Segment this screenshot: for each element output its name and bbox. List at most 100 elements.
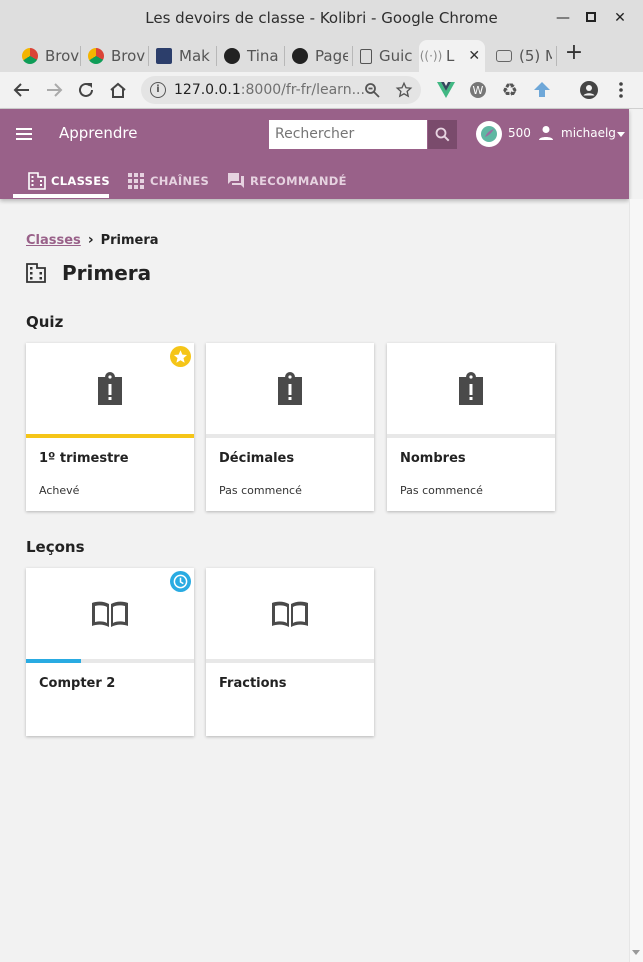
profile-icon[interactable]	[577, 78, 601, 102]
tab-divider	[148, 46, 149, 66]
wordpress-icon[interactable]: W	[466, 78, 490, 102]
progress-bar	[206, 659, 374, 663]
browser-tab[interactable]: Tinar	[220, 40, 280, 72]
card-thumbnail	[387, 343, 555, 434]
card-status: Pas commencé	[400, 484, 483, 497]
chrome-menu-icon[interactable]	[609, 78, 633, 102]
chevron-down-icon[interactable]	[617, 132, 625, 137]
browser-tab[interactable]: Page	[288, 40, 348, 72]
browser-toolbar: i 127.0.0.1:8000/fr-fr/learn... W ♻	[0, 72, 643, 109]
minimize-icon[interactable]: —	[552, 7, 574, 29]
tab-label: L	[446, 47, 455, 65]
browser-tab[interactable]: Brov	[84, 40, 146, 72]
lesson-card[interactable]: Compter 2	[26, 568, 194, 736]
window-title: Les devoirs de classe - Kolibri - Google…	[145, 9, 498, 27]
site-info-icon[interactable]: i	[150, 82, 166, 98]
github-icon	[224, 48, 240, 64]
vue-devtools-icon[interactable]	[434, 78, 458, 102]
tab-label: Tinar	[247, 47, 280, 65]
browser-tab-active[interactable]: ((·)) L ✕	[419, 40, 485, 72]
scrollbar[interactable]	[629, 199, 643, 962]
tab-divider	[284, 46, 285, 66]
card-title: Compter 2	[39, 676, 116, 691]
quiz-heading: Quiz	[26, 313, 64, 331]
breadcrumb-link-classes[interactable]: Classes	[26, 233, 81, 248]
quiz-card[interactable]: 1º trimestre Achevé	[26, 343, 194, 511]
progress-bar	[206, 434, 374, 438]
card-thumbnail	[26, 343, 194, 434]
kolibri-icon: ((·))	[419, 49, 443, 63]
card-thumbnail	[206, 568, 374, 659]
window-titlebar: Les devoirs de classe - Kolibri - Google…	[0, 0, 643, 36]
clock-badge-icon	[170, 571, 191, 592]
lessons-heading: Leçons	[26, 538, 85, 556]
tab-divider	[80, 46, 81, 66]
bookmark-star-icon[interactable]	[392, 78, 416, 102]
forum-icon	[228, 172, 244, 188]
keyboard-icon	[496, 50, 512, 62]
search-button[interactable]	[428, 120, 457, 149]
breadcrumb: Classes › Primera	[26, 232, 159, 248]
tab-label: RECOMMANDÉ	[250, 173, 347, 188]
new-tab-icon[interactable]: +	[562, 40, 586, 66]
book-icon	[92, 601, 128, 627]
quiz-card[interactable]: Nombres Pas commencé	[387, 343, 555, 511]
active-tab-indicator	[13, 194, 109, 198]
tab-recommended[interactable]: RECOMMANDÉ	[227, 162, 347, 199]
maximize-icon[interactable]	[580, 7, 602, 29]
back-icon[interactable]	[10, 78, 34, 102]
tab-divider	[352, 46, 353, 66]
progress-bar	[26, 659, 194, 663]
close-tab-icon[interactable]: ✕	[468, 48, 480, 64]
app-title: Apprendre	[59, 124, 138, 142]
tab-label: CHAÎNES	[150, 173, 210, 188]
building-icon	[26, 263, 46, 283]
upload-arrow-icon[interactable]	[530, 78, 554, 102]
quiz-card[interactable]: Décimales Pas commencé	[206, 343, 374, 511]
tab-label: CLASSES	[51, 173, 110, 188]
scroll-down-icon[interactable]	[632, 950, 640, 955]
chrome-icon	[22, 48, 38, 64]
class-title: Primera	[62, 261, 152, 285]
grid-icon	[128, 172, 144, 189]
quiz-clipboard-icon	[459, 372, 483, 405]
browser-tab[interactable]: Mak	[152, 40, 214, 72]
tab-divider	[556, 46, 557, 66]
image-icon	[156, 48, 172, 64]
card-status: Pas commencé	[219, 484, 302, 497]
close-window-icon[interactable]: ✕	[609, 7, 631, 29]
tab-label: (5) M	[519, 47, 552, 65]
progress-fill	[26, 659, 82, 663]
star-badge-icon	[170, 346, 191, 367]
tab-label: Brov	[111, 47, 146, 65]
browser-tab[interactable]: Guic	[356, 40, 414, 72]
forward-icon[interactable]	[42, 78, 66, 102]
breadcrumb-current: Primera	[100, 232, 159, 248]
progress-bar	[26, 434, 194, 438]
card-title: Nombres	[400, 451, 466, 466]
card-title: Décimales	[219, 451, 295, 466]
card-title: 1º trimestre	[39, 451, 129, 466]
building-icon	[28, 171, 46, 190]
document-icon	[360, 48, 372, 64]
app-bar: Apprendre 500 michaelg CLASSES CHAÎNES R…	[0, 109, 629, 199]
quiz-clipboard-icon	[98, 372, 122, 405]
reload-icon[interactable]	[74, 78, 98, 102]
home-icon[interactable]	[106, 78, 130, 102]
tab-channels[interactable]: CHAÎNES	[127, 162, 209, 199]
user-icon[interactable]	[539, 125, 553, 141]
zoom-icon[interactable]	[360, 78, 384, 102]
browser-tab[interactable]: (5) M	[492, 40, 552, 72]
lesson-card[interactable]: Fractions	[206, 568, 374, 736]
book-icon	[272, 601, 308, 627]
card-thumbnail	[206, 343, 374, 434]
progress-bar	[387, 434, 555, 438]
chrome-icon	[88, 48, 104, 64]
menu-icon[interactable]	[16, 128, 32, 140]
browser-tabstrip: Brov Brov Mak Tinar Page Guic ((·)) L ✕ …	[0, 36, 643, 72]
username[interactable]: michaelg	[561, 126, 616, 140]
tab-label: Mak	[179, 47, 210, 65]
browser-tab[interactable]: Brov	[18, 40, 80, 72]
recycle-icon[interactable]: ♻	[498, 78, 522, 102]
search-input[interactable]	[269, 120, 427, 149]
